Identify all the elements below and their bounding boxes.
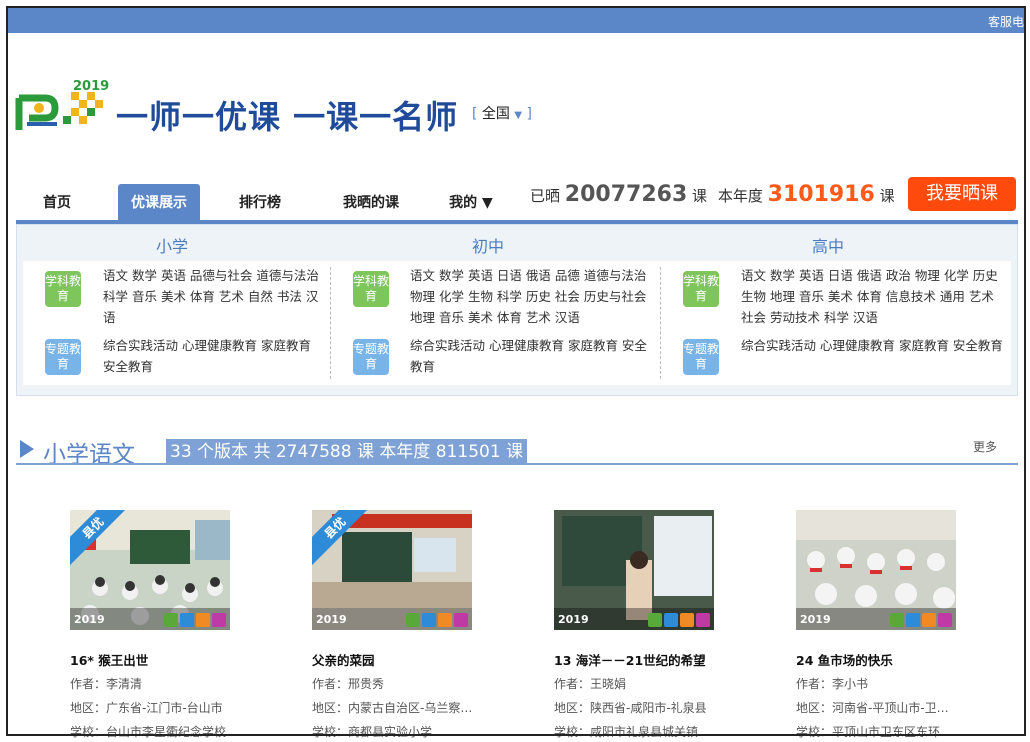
chevron-down-icon: ▼ <box>514 110 523 121</box>
subject-tag: 学科教育 <box>45 271 81 307</box>
course-author: 作者：王晓娟 <box>554 677 627 691</box>
category-column-junior: 学科教育 语文 数学 英语 日语 俄语 品德 道德与法治 物理 化学 生物 科学… <box>331 261 661 385</box>
more-link[interactable]: 更多 <box>973 438 997 455</box>
course-thumbnail[interactable]: 县优 2019 <box>70 510 230 630</box>
media-icon <box>938 613 952 627</box>
course-school: 学校：平顶山市卫东区东环… <box>796 725 953 739</box>
topic-tag: 专题教育 <box>683 339 719 375</box>
course-thumbnail[interactable]: 2019 <box>796 510 956 630</box>
play-icon <box>906 613 920 627</box>
media-icon <box>212 613 226 627</box>
year-label: 2019 <box>558 613 589 626</box>
subject-tag: 学科教育 <box>683 271 719 307</box>
category-grid: 学科教育 语文 数学 英语 品德与社会 道德与法治 科学 音乐 美术 体育 艺术… <box>23 261 1011 385</box>
resource-icons <box>406 613 468 627</box>
doc-icon <box>164 613 178 627</box>
course-author: 作者：邢贵秀 <box>312 677 385 691</box>
doc-icon <box>648 613 662 627</box>
subject-links[interactable]: 语文 数学 英语 日语 俄语 政治 物理 化学 历史 生物 地理 音乐 美术 体… <box>741 265 1003 328</box>
course-title[interactable]: 16* 猴王出世 <box>70 650 148 669</box>
course-region: 地区：内蒙古自治区-乌兰察… <box>312 701 473 715</box>
doc-icon <box>406 613 420 627</box>
resource-icons <box>164 613 226 627</box>
top-bar: 客服电话 <box>6 6 1026 33</box>
subject-links[interactable]: 语文 数学 英语 日语 俄语 品德 道德与法治 物理 化学 生物 科学 历史 社… <box>410 265 650 328</box>
service-phone-text: 客服电话 <box>988 15 1026 29</box>
course-thumbnail[interactable]: 2019 <box>554 510 714 630</box>
section-arrow-icon <box>20 440 34 458</box>
test-icon <box>196 613 210 627</box>
site-logo-icon[interactable]: 2019 <box>15 78 115 136</box>
category-panel: 小学 初中 高中 学科教育 语文 数学 英语 品德与社会 道德与法治 科学 音乐… <box>16 224 1018 396</box>
course-school: 学校：商都县实验小学 <box>312 725 433 739</box>
course-title[interactable]: 13 海洋－－21世纪的希望 <box>554 650 706 669</box>
doc-icon <box>890 613 904 627</box>
course-title[interactable]: 24 鱼市场的快乐 <box>796 650 893 669</box>
course-school: 学校：台山市李星衢纪念学校 <box>70 725 227 739</box>
year-courses: 3101916 <box>767 182 875 207</box>
topic-links[interactable]: 综合实践活动 心理健康教育 家庭教育 安全教育 <box>410 335 650 377</box>
play-icon <box>422 613 436 627</box>
region-selector[interactable]: [ 全国 ▼ ] <box>472 103 532 123</box>
course-region: 地区：河南省-平顶山市-卫… <box>796 701 949 715</box>
total-courses: 20077263 <box>564 182 688 207</box>
course-school: 学校：咸阳市礼泉县城关镇… <box>554 725 711 739</box>
year-label: 2019 <box>316 613 347 626</box>
nav-my-courses[interactable]: 我晒的课 <box>324 184 418 220</box>
resource-icons <box>648 613 710 627</box>
level-junior[interactable]: 初中 <box>388 233 588 257</box>
level-primary[interactable]: 小学 <box>72 233 272 257</box>
subject-links[interactable]: 语文 数学 英语 品德与社会 道德与法治 科学 音乐 美术 体育 艺术 自然 书… <box>103 265 323 328</box>
year-label: 2019 <box>800 613 831 626</box>
test-icon <box>438 613 452 627</box>
section-divider <box>16 463 1018 465</box>
nav-ranking[interactable]: 排行榜 <box>218 184 302 220</box>
nav-my-menu[interactable]: 我的 ▼ <box>436 184 506 220</box>
topic-tag: 专题教育 <box>353 339 389 375</box>
play-icon <box>180 613 194 627</box>
nav-course-showcase[interactable]: 优课展示 <box>118 184 200 220</box>
resource-icons <box>890 613 952 627</box>
test-icon <box>922 613 936 627</box>
site-stats: 已晒 20077263 课 本年度 3101916 课 <box>530 182 895 207</box>
logo-year: 2019 <box>73 79 109 94</box>
category-column-senior: 学科教育 语文 数学 英语 日语 俄语 政治 物理 化学 历史 生物 地理 音乐… <box>661 261 1011 385</box>
topic-links[interactable]: 综合实践活动 心理健康教育 家庭教育 安全教育 <box>741 335 1003 356</box>
upload-course-button[interactable]: 我要晒课 <box>908 177 1016 211</box>
test-icon <box>680 613 694 627</box>
nav-home[interactable]: 首页 <box>16 184 98 220</box>
category-column-primary: 学科教育 语文 数学 英语 品德与社会 道德与法治 科学 音乐 美术 体育 艺术… <box>23 261 331 385</box>
course-author: 作者：李清清 <box>70 677 143 691</box>
subject-tag: 学科教育 <box>353 271 389 307</box>
topic-tag: 专题教育 <box>45 339 81 375</box>
play-icon <box>664 613 678 627</box>
level-senior[interactable]: 高中 <box>728 233 928 257</box>
course-region: 地区：陕西省-咸阳市-礼泉县 <box>554 701 707 715</box>
course-title[interactable]: 父亲的菜园 <box>312 650 375 669</box>
year-label: 2019 <box>74 613 105 626</box>
topic-links[interactable]: 综合实践活动 心理健康教育 家庭教育 安全教育 <box>103 335 323 377</box>
site-slogan: 一师一优课 一课一名师 <box>116 98 459 136</box>
course-thumbnail[interactable]: 县优 2019 <box>312 510 472 630</box>
course-author: 作者：李小书 <box>796 677 869 691</box>
media-icon <box>696 613 710 627</box>
media-icon <box>454 613 468 627</box>
course-region: 地区：广东省-江门市-台山市 <box>70 701 223 715</box>
section-stats: 33 个版本 共 2747588 课 本年度 811501 课 <box>166 439 528 465</box>
region-label: 全国 <box>481 106 510 122</box>
